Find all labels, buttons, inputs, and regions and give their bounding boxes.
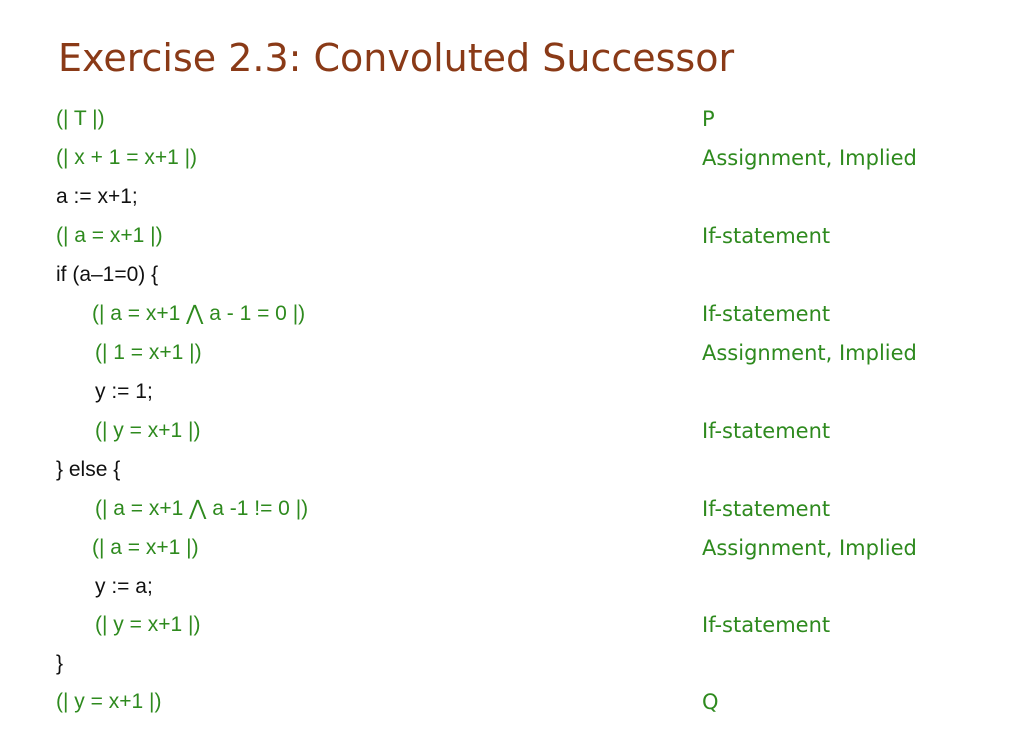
- proof-line-justification: If-statement: [702, 419, 831, 443]
- proof-line-text: y := a;: [95, 575, 153, 598]
- proof-line-justification: If-statement: [702, 302, 831, 326]
- proof-line-text: (| a = x+1 ⋀ a - 1 = 0 |): [92, 302, 306, 325]
- proof-line-text: (| 1 = x+1 |): [95, 341, 202, 364]
- proof-line: a := x+1;: [0, 178, 1034, 216]
- proof-line: (| y = x+1 |) If-statement: [0, 606, 1034, 644]
- proof-line-text: if (a–1=0) {: [56, 263, 159, 286]
- proof-line-text: (| y = x+1 |): [95, 419, 201, 442]
- proof-line-text: } else {: [56, 458, 121, 481]
- proof-line-justification: Assignment, Implied: [702, 341, 917, 365]
- proof-line: (| T |) P: [0, 100, 1034, 138]
- proof-line: (| y = x+1 |) Q: [0, 683, 1034, 721]
- proof-line-justification: Assignment, Implied: [702, 536, 917, 560]
- proof-line: } else {: [0, 451, 1034, 489]
- slide-title: Exercise 2.3: Convoluted Successor: [58, 36, 735, 80]
- proof-line: y := a;: [0, 568, 1034, 606]
- proof-line: (| a = x+1 |) If-statement: [0, 217, 1034, 255]
- proof-line-justification: If-statement: [702, 224, 831, 248]
- proof-line-text: (| y = x+1 |): [95, 613, 201, 636]
- proof-line: if (a–1=0) {: [0, 256, 1034, 294]
- proof-line-justification: If-statement: [702, 497, 831, 521]
- proof-line: (| a = x+1 ⋀ a -1 != 0 |) If-statement: [0, 490, 1034, 528]
- proof-line: (| a = x+1 |) Assignment, Implied: [0, 529, 1034, 567]
- slide: Exercise 2.3: Convoluted Successor (| T …: [0, 0, 1034, 746]
- proof-line-text: y := 1;: [95, 380, 153, 403]
- proof-line: }: [0, 645, 1034, 683]
- proof-line: (| 1 = x+1 |) Assignment, Implied: [0, 334, 1034, 372]
- proof-line-text: (| x + 1 = x+1 |): [56, 146, 198, 169]
- proof-line: y := 1;: [0, 373, 1034, 411]
- proof-line-justification: If-statement: [702, 613, 831, 637]
- proof-line-text: (| T |): [56, 107, 105, 130]
- proof-line-justification: P: [702, 107, 715, 131]
- proof-line-text: }: [56, 652, 64, 675]
- proof-line-text: a := x+1;: [56, 185, 138, 208]
- proof-line: (| a = x+1 ⋀ a - 1 = 0 |) If-statement: [0, 295, 1034, 333]
- proof-line: (| x + 1 = x+1 |) Assignment, Implied: [0, 139, 1034, 177]
- proof-line-justification: Assignment, Implied: [702, 146, 917, 170]
- proof-line: (| y = x+1 |) If-statement: [0, 412, 1034, 450]
- proof-line-text: (| a = x+1 ⋀ a -1 != 0 |): [95, 497, 309, 520]
- proof-line-text: (| a = x+1 |): [56, 224, 163, 247]
- proof-line-justification: Q: [702, 690, 719, 714]
- proof-line-text: (| y = x+1 |): [56, 690, 162, 713]
- proof-line-text: (| a = x+1 |): [92, 536, 199, 559]
